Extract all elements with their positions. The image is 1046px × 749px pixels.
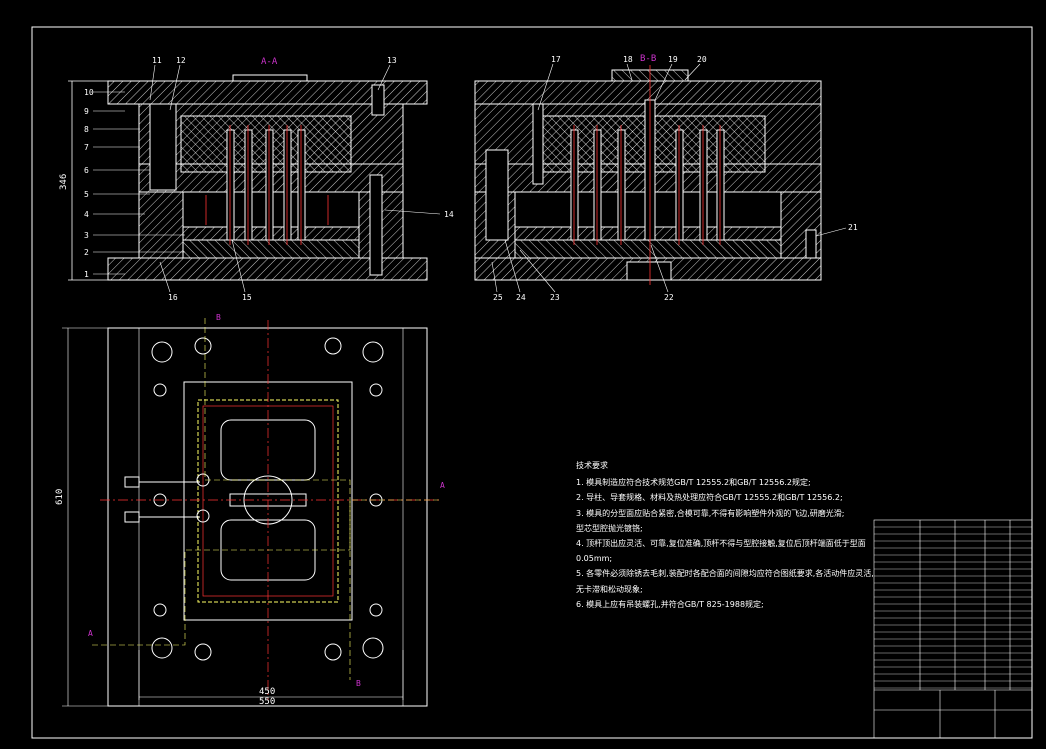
callout-3: 3 [84,231,89,240]
plan-view: B B A A 610 450 550 [55,313,445,707]
marker-b-bottom: B [356,679,361,688]
callout-25: 25 [493,293,503,302]
mold-assembly-drawing: A-A 346 10 9 8 7 6 5 4 3 2 1 11 12 13 16… [31,26,1033,739]
marker-b-top: B [216,313,221,322]
section-bb-view: B-B 17 18 19 20 25 24 23 22 21 [474,54,858,302]
callout-4: 4 [84,210,89,219]
title-block [873,519,1033,739]
section-aa-title: A-A [261,57,278,67]
callout-21: 21 [848,223,858,232]
callout-2: 2 [84,248,89,257]
callout-14: 14 [444,210,454,219]
bill-of-materials [874,526,1032,689]
callout-20: 20 [697,55,707,64]
dimension-346: 346 [59,174,69,190]
marker-a-left: A [88,629,93,638]
technical-requirements: 技术要求 1. 模具制造应符合技术规范GB/T 12555.2和GB/T 125… [576,458,874,612]
callout-1: 1 [84,270,89,279]
section-aa-view: A-A 346 10 9 8 7 6 5 4 3 2 1 11 12 13 16… [59,56,454,302]
dimension-550: 550 [259,697,275,707]
callout-22: 22 [664,293,674,302]
callout-7: 7 [84,143,89,152]
note-line: 4. 顶杆顶出应灵活、可靠,复位准确,顶杆不得与型腔接触,复位后顶杆端面低于型面 [576,539,866,549]
note-line: 0.05mm; [576,554,613,564]
dimension-450: 450 [259,687,275,697]
callout-17: 17 [551,55,561,64]
callout-18: 18 [623,55,633,64]
dimension-610: 610 [55,489,65,505]
callout-9: 9 [84,107,89,116]
callout-19: 19 [668,55,678,64]
callout-16: 16 [168,293,178,302]
callout-13: 13 [387,56,397,65]
callout-5: 5 [84,190,89,199]
callout-8: 8 [84,125,89,134]
note-line: 6. 模具上应有吊装螺孔,并符合GB/T 825-1988规定; [576,599,764,609]
section-bb-title: B-B [640,54,656,64]
note-line: 3. 模具的分型面应贴合紧密,合模可靠,不得有影响塑件外观的飞边,研磨光滑; [576,508,845,518]
callout-24: 24 [516,293,526,302]
note-line: 1. 模具制造应符合技术规范GB/T 12555.2和GB/T 12556.2规… [576,478,811,488]
callout-12: 12 [176,56,186,65]
note-line: 2. 导柱、导套规格、材料及热处理应符合GB/T 12555.2和GB/T 12… [576,493,843,503]
callout-15: 15 [242,293,252,302]
callout-23: 23 [550,293,560,302]
callout-10: 10 [84,88,94,97]
marker-a-right: A [440,481,445,490]
callout-11: 11 [152,56,162,65]
callout-6: 6 [84,166,89,175]
notes-title: 技术要求 [576,461,608,470]
note-line: 无卡滞和松动现象; [576,584,643,594]
note-line: 型芯型腔抛光镀铬; [576,523,643,533]
note-line: 5. 各零件必须除锈去毛刺,装配时各配合面的间隙均应符合图纸要求,各活动件应灵活… [576,569,874,579]
